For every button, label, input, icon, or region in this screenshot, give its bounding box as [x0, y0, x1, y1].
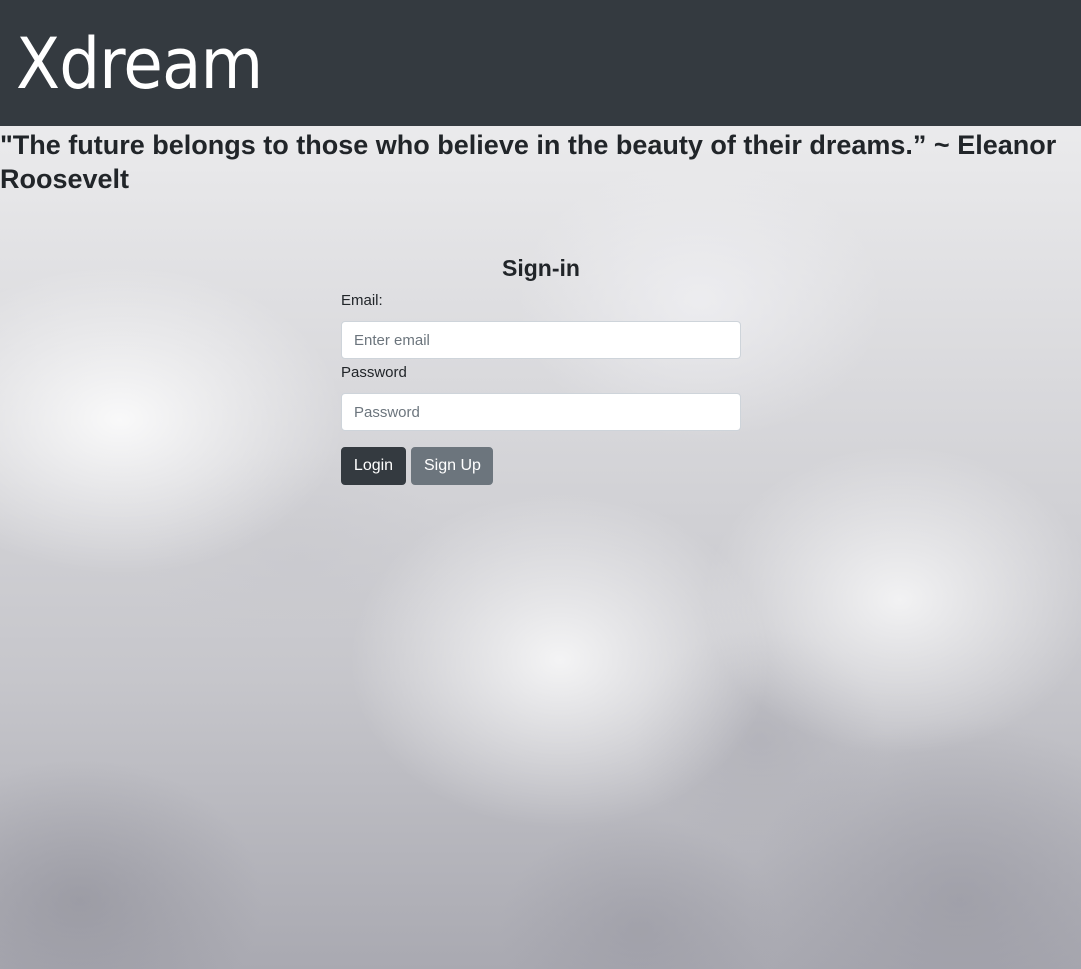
- signin-form: Sign-in Email: Password Login Sign Up: [341, 250, 741, 485]
- form-buttons: Login Sign Up: [341, 447, 741, 485]
- password-label: Password: [341, 364, 407, 381]
- email-input[interactable]: [341, 321, 741, 359]
- page-quote: "The future belongs to those who believe…: [0, 130, 1057, 194]
- signup-button[interactable]: Sign Up: [411, 447, 494, 485]
- email-label: Email:: [341, 292, 383, 309]
- top-navbar: Xdream: [0, 0, 1081, 126]
- login-button[interactable]: Login: [341, 447, 406, 485]
- password-input[interactable]: [341, 393, 741, 431]
- signin-title: Sign-in: [502, 255, 580, 281]
- brand-logo-text[interactable]: Xdream: [16, 22, 263, 106]
